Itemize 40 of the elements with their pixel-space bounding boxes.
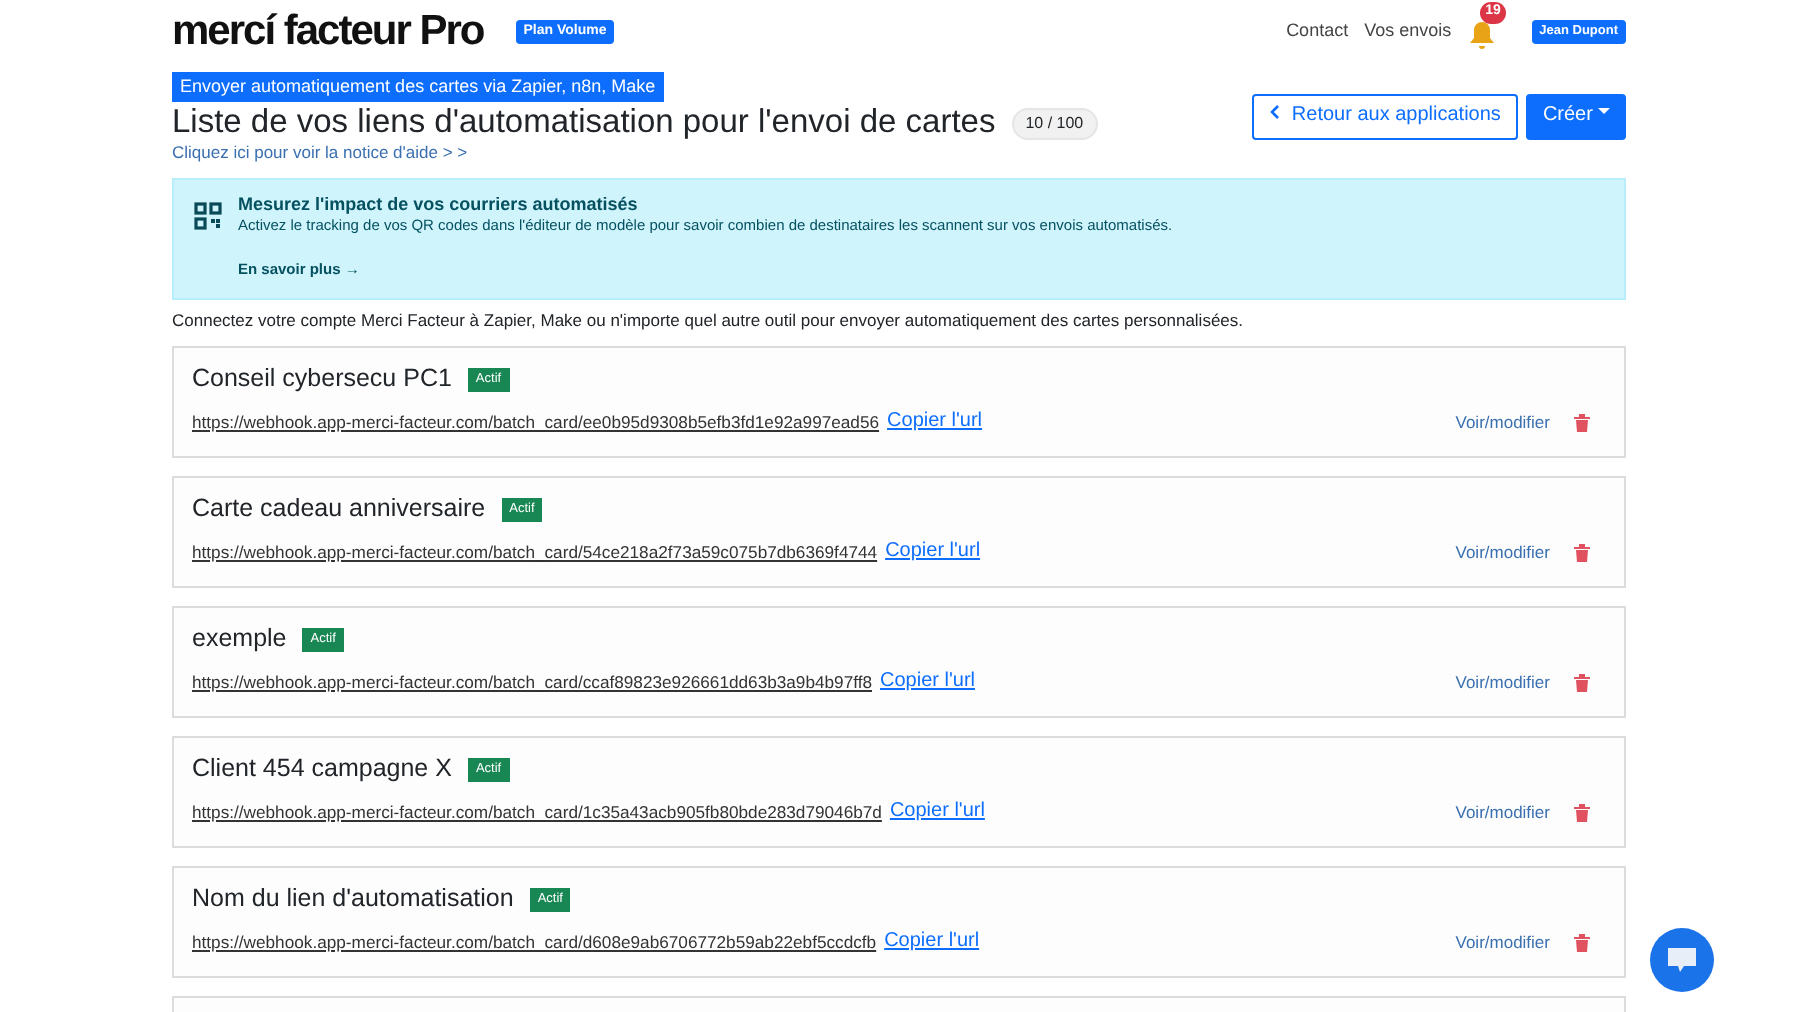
link-name: exemple bbox=[192, 624, 287, 657]
link-name: Nom du lien d'automatisation bbox=[192, 884, 514, 917]
create-button[interactable]: Créer bbox=[1526, 94, 1626, 139]
webhook-url: https://webhook.app-merci-facteur.com/batch_card/54ce218a2f73a59c075b7db6369f4744 bbox=[192, 541, 878, 564]
trash-icon[interactable] bbox=[1574, 933, 1590, 952]
link-name: Conseil cybersecu PC1 bbox=[192, 364, 452, 397]
edit-link[interactable]: Voir/modifier bbox=[1455, 411, 1550, 434]
edit-link[interactable]: Voir/modifier bbox=[1455, 801, 1550, 824]
edit-link[interactable]: Voir/modifier bbox=[1455, 541, 1550, 564]
webhook-url: https://webhook.app-merci-facteur.com/batch_card/ccaf89823e926661dd63b3a9b4b97ff8 bbox=[192, 671, 873, 694]
back-button[interactable]: Retour aux applications bbox=[1251, 94, 1519, 139]
bell-icon[interactable] bbox=[1467, 20, 1496, 51]
chat-icon bbox=[1666, 946, 1698, 974]
copy-url-link[interactable]: Copier l'url bbox=[880, 670, 975, 696]
page-title: Liste de vos liens d'automatisation pour l'envoi de cartes bbox=[172, 104, 996, 144]
webhook-url: https://webhook.app-merci-facteur.com/batch_card/1c35a43acb905fb80bde283d79046b7d bbox=[192, 801, 882, 824]
logo[interactable]: mercí facteur Pro bbox=[172, 5, 484, 59]
qr-code-icon bbox=[194, 202, 222, 231]
copy-url-link[interactable]: Copier l'url bbox=[885, 540, 981, 566]
webhook-url: https://webhook.app-merci-facteur.com/batch_card/d608e9ab6706772b59ab22ebf5ccdcfb bbox=[192, 931, 877, 954]
trash-icon[interactable] bbox=[1574, 413, 1590, 432]
trash-icon[interactable] bbox=[1574, 673, 1590, 692]
edit-link[interactable]: Voir/modifier bbox=[1455, 931, 1550, 954]
edit-link[interactable]: Voir/modifier bbox=[1455, 671, 1550, 694]
nav-link[interactable]: Contact bbox=[1286, 20, 1349, 44]
breadcrumb-label: Envoyer automatiquement des cartes via Zapier, n8n, Make bbox=[172, 72, 664, 102]
link-name: Client 454 campagne X bbox=[192, 754, 452, 787]
copy-url-link[interactable]: Copier l'url bbox=[884, 930, 980, 956]
trash-icon[interactable] bbox=[1574, 543, 1590, 562]
copy-url-link[interactable]: Copier l'url bbox=[887, 410, 983, 436]
banner-title: Mesurez l'impact de vos courriers automatisés bbox=[238, 194, 640, 217]
webhook-url: https://webhook.app-merci-facteur.com/batch_card/ee0b95d9308b5efb3fd1e92a997ead56 bbox=[192, 411, 880, 434]
intro-text: Connectez votre compte Merci Facteur à Zapier, Make ou n'importe quel autre outil pour envoyer automatiquement des cartes personnalisées. bbox=[172, 309, 1246, 331]
copy-url-link[interactable]: Copier l'url bbox=[889, 800, 985, 826]
nav-link[interactable]: Vos envois bbox=[1364, 20, 1452, 44]
chevron-left-icon bbox=[1269, 104, 1280, 120]
trash-icon[interactable] bbox=[1574, 803, 1590, 822]
link-name: Carte cadeau anniversaire bbox=[192, 494, 486, 527]
counter-badge: 10 / 100 bbox=[1011, 107, 1098, 140]
help-link[interactable]: Cliquez ici pour voir la notice d'aide > > bbox=[172, 143, 1098, 163]
